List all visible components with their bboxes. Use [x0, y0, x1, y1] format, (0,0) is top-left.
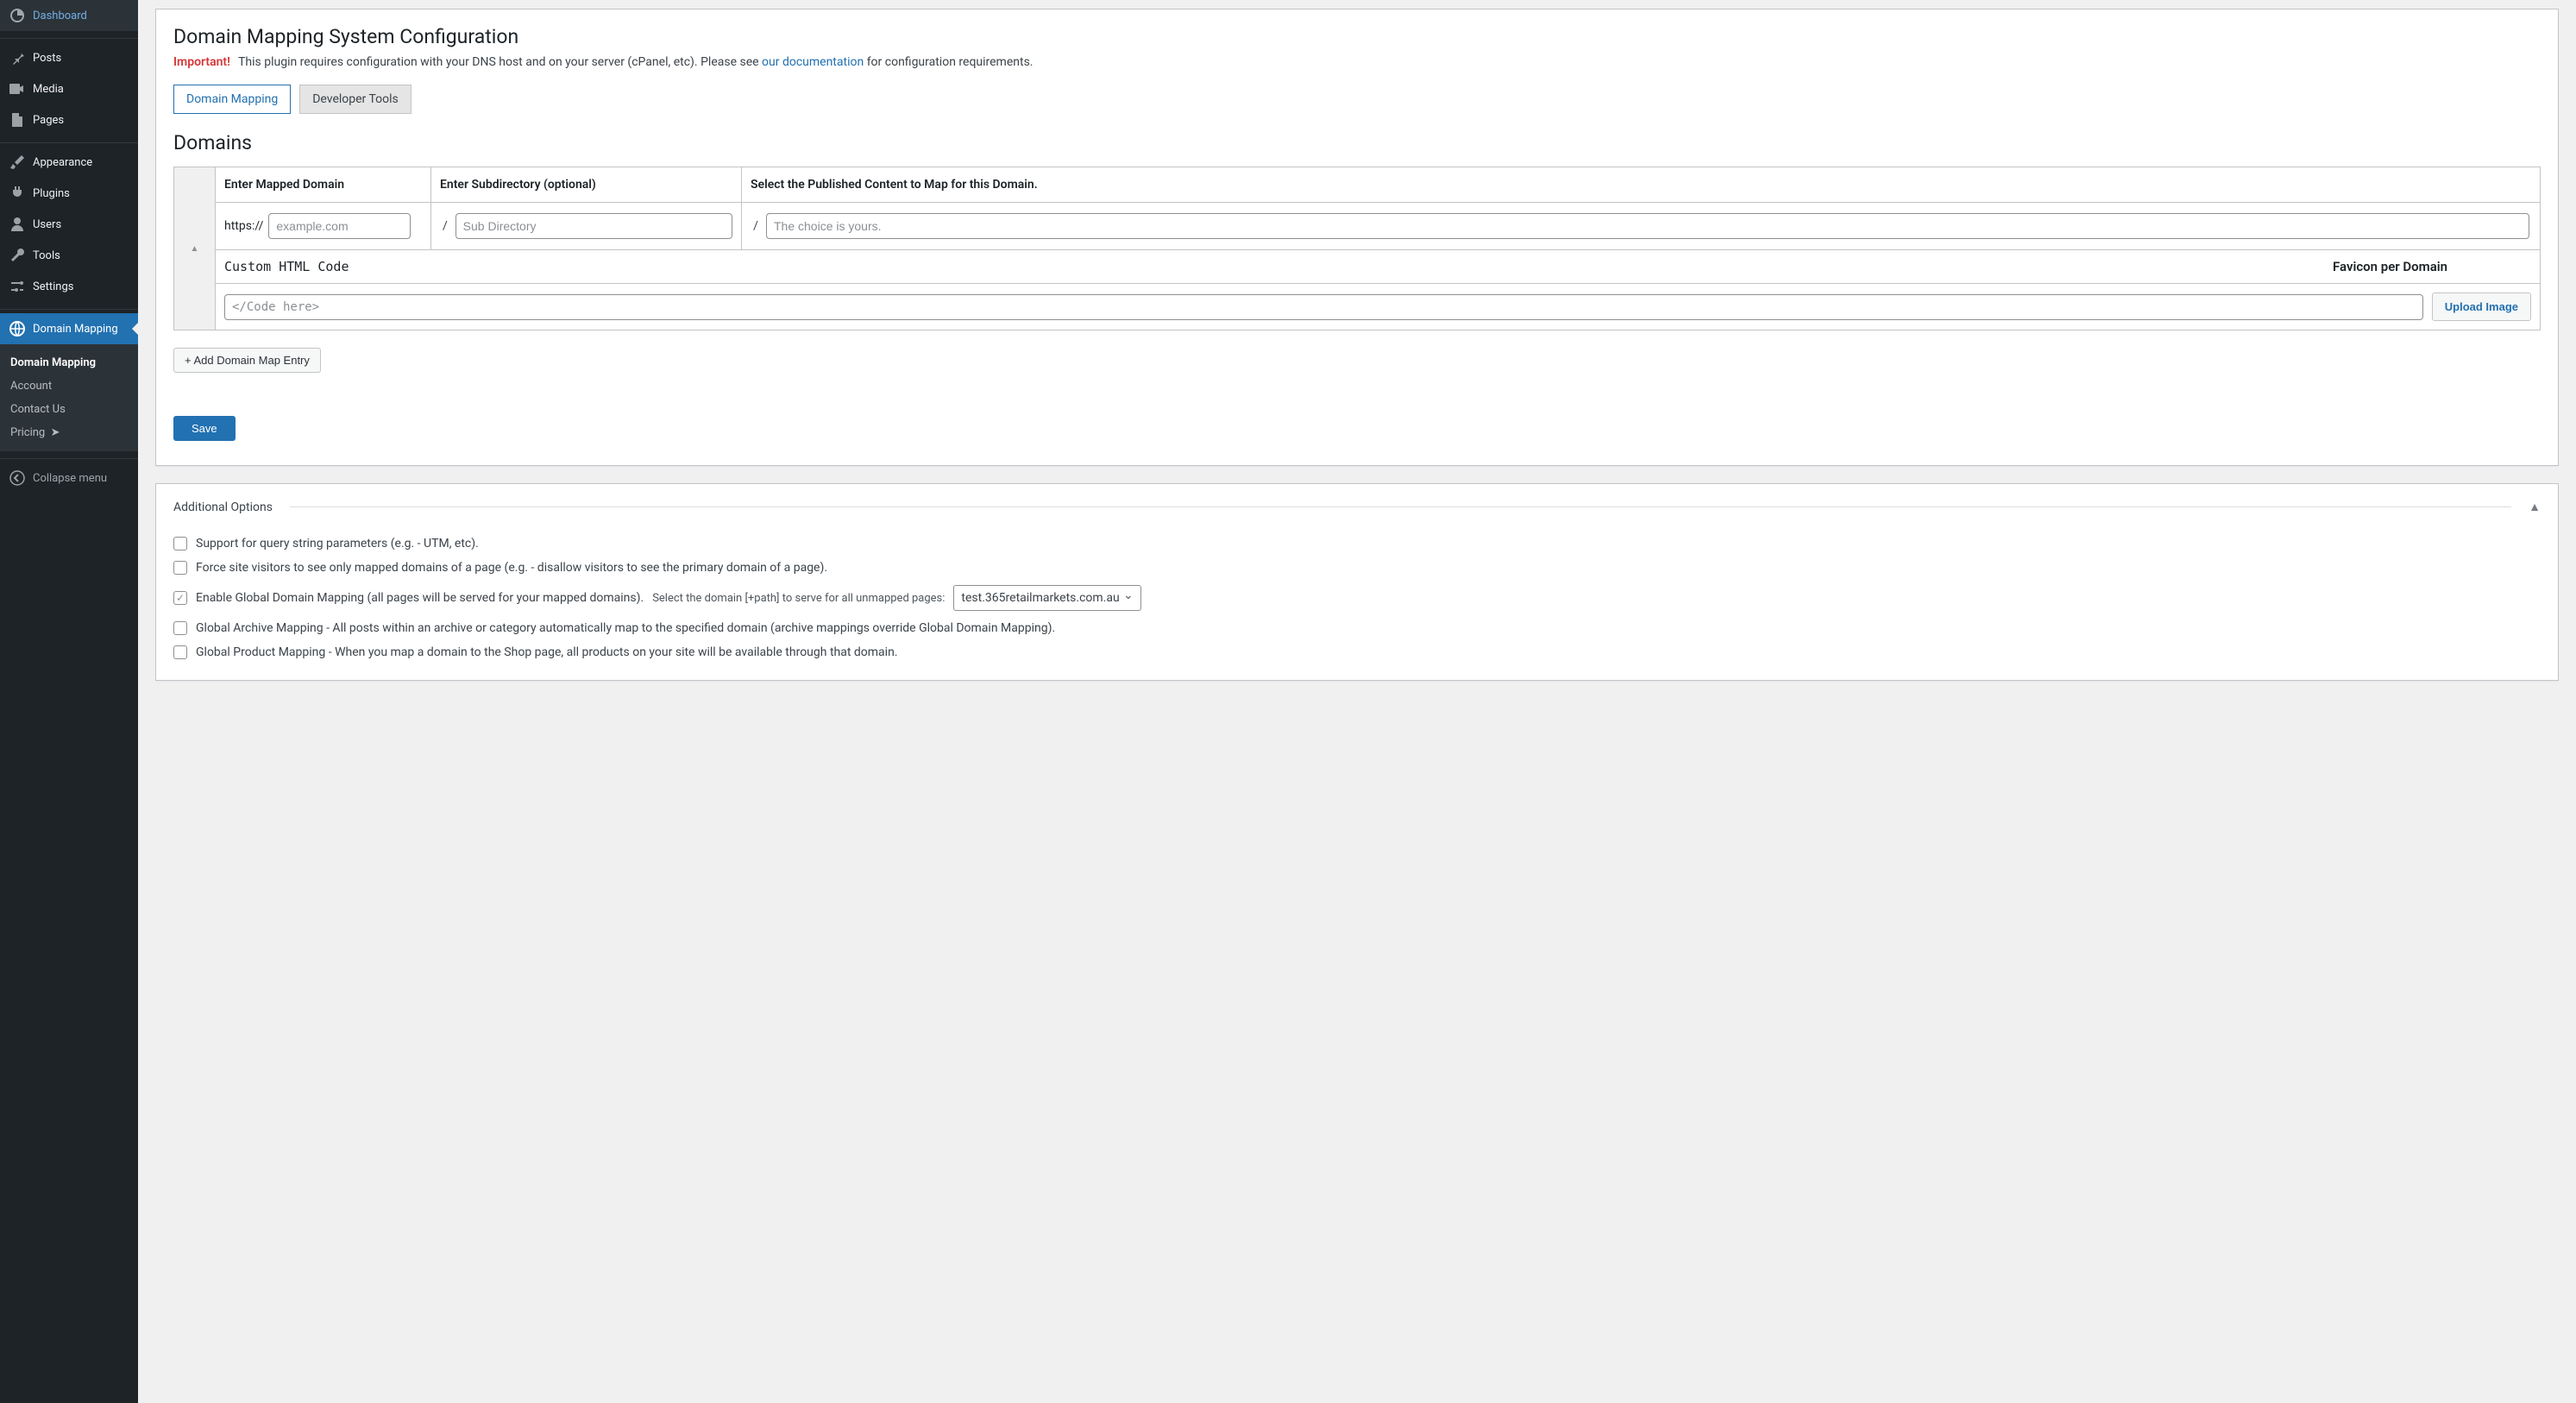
config-panel: Domain Mapping System Configuration Impo…	[155, 9, 2559, 466]
sidebar-item-appearance[interactable]: Appearance	[0, 147, 138, 178]
media-icon	[9, 80, 26, 98]
sidebar-item-label: Pages	[33, 114, 64, 127]
sidebar-item-domain-mapping[interactable]: Domain Mapping	[0, 313, 138, 344]
table-header: Enter Mapped Domain Enter Subdirectory (…	[216, 167, 2540, 203]
domains-heading: Domains	[173, 131, 2541, 154]
submenu-account[interactable]: Account	[0, 374, 138, 398]
dashboard-icon	[9, 7, 26, 24]
option-row-query-string: Support for query string parameters (e.g…	[173, 532, 2541, 556]
sidebar-submenu: Domain Mapping Account Contact Us Pricin…	[0, 344, 138, 451]
additional-options-heading: Additional Options	[173, 500, 273, 514]
sidebar-item-label: Media	[33, 83, 64, 96]
page-icon	[9, 111, 26, 129]
sidebar-item-dashboard[interactable]: Dashboard	[0, 0, 138, 31]
table-row: https:// / /	[216, 203, 2540, 250]
checkbox-global-mapping[interactable]	[173, 591, 187, 605]
sidebar-item-settings[interactable]: Settings	[0, 271, 138, 302]
sliders-icon	[9, 278, 26, 295]
sidebar-item-label: Posts	[33, 52, 61, 65]
sidebar-item-tools[interactable]: Tools	[0, 240, 138, 271]
important-label: Important!	[173, 55, 230, 69]
option-subtext: Select the domain [+path] to serve for a…	[652, 592, 945, 605]
add-domain-entry-button[interactable]: + Add Domain Map Entry	[173, 348, 321, 373]
divider	[290, 506, 2511, 507]
plug-icon	[9, 185, 26, 202]
upload-image-button[interactable]: Upload Image	[2432, 293, 2531, 321]
additional-options-panel: Additional Options ▲ Support for query s…	[155, 483, 2559, 681]
globe-icon	[9, 320, 26, 337]
checkbox-force-mapped[interactable]	[173, 561, 187, 575]
save-button[interactable]: Save	[173, 416, 236, 441]
sidebar-item-users[interactable]: Users	[0, 209, 138, 240]
https-prefix: https://	[224, 219, 263, 233]
sidebar-item-label: Settings	[33, 280, 73, 293]
main-content: Domain Mapping System Configuration Impo…	[138, 0, 2576, 1403]
wrench-icon	[9, 247, 26, 264]
option-row-force-mapped: Force site visitors to see only mapped d…	[173, 556, 2541, 580]
th-domain: Enter Mapped Domain	[216, 167, 431, 202]
sort-up-icon: ▲	[191, 244, 199, 254]
tab-developer-tools[interactable]: Developer Tools	[299, 85, 412, 114]
option-label: Global Product Mapping - When you map a …	[196, 645, 898, 659]
mapped-domain-input[interactable]	[268, 213, 411, 239]
submenu-pricing[interactable]: Pricing ➤	[0, 421, 138, 444]
th-subdir: Enter Subdirectory (optional)	[431, 167, 742, 202]
pushpin-icon	[9, 49, 26, 66]
collapse-icon	[9, 469, 26, 487]
sidebar-item-label: Appearance	[33, 156, 92, 169]
option-row-product-mapping: Global Product Mapping - When you map a …	[173, 640, 2541, 664]
sidebar-item-label: Plugins	[33, 187, 70, 200]
sidebar-item-label: Users	[33, 218, 61, 231]
global-domain-select[interactable]: test.365retailmarkets.com.au	[953, 585, 1140, 611]
sidebar-item-label: Domain Mapping	[33, 323, 118, 336]
checkbox-product-mapping[interactable]	[173, 645, 187, 659]
slash-separator: /	[440, 219, 450, 233]
brush-icon	[9, 154, 26, 171]
submenu-domain-mapping[interactable]: Domain Mapping	[0, 351, 138, 374]
admin-sidebar: Dashboard Posts Media Pages Appearance P…	[0, 0, 138, 1403]
option-label: Force site visitors to see only mapped d…	[196, 561, 827, 575]
collapse-menu[interactable]: Collapse menu	[0, 462, 138, 494]
checkbox-query-string[interactable]	[173, 537, 187, 551]
sidebar-item-label: Tools	[33, 249, 60, 262]
sidebar-item-posts[interactable]: Posts	[0, 42, 138, 73]
subdirectory-input[interactable]	[456, 213, 732, 239]
checkbox-archive-mapping[interactable]	[173, 621, 187, 635]
table-row-html: Upload Image	[216, 284, 2540, 330]
th-content: Select the Published Content to Map for …	[742, 167, 2540, 202]
documentation-link[interactable]: our documentation	[762, 55, 864, 69]
important-notice: Important! This plugin requires configur…	[173, 55, 2541, 69]
option-label: Global Archive Mapping - All posts withi…	[196, 621, 1055, 635]
sidebar-item-pages[interactable]: Pages	[0, 104, 138, 135]
sidebar-item-media[interactable]: Media	[0, 73, 138, 104]
sidebar-item-plugins[interactable]: Plugins	[0, 178, 138, 209]
th-favicon: Favicon per Domain	[2324, 250, 2540, 283]
arrow-right-icon: ➤	[51, 426, 60, 439]
domain-mapping-table: ▲ Enter Mapped Domain Enter Subdirectory…	[173, 167, 2541, 330]
page-title: Domain Mapping System Configuration	[173, 25, 2541, 48]
collapse-label: Collapse menu	[33, 472, 107, 485]
user-icon	[9, 216, 26, 233]
option-label: Enable Global Domain Mapping (all pages …	[196, 591, 644, 605]
table-subheader: Custom HTML Code Favicon per Domain	[216, 250, 2540, 284]
tab-bar: Domain Mapping Developer Tools	[173, 85, 2541, 114]
sidebar-item-label: Dashboard	[33, 9, 87, 22]
tab-domain-mapping[interactable]: Domain Mapping	[173, 85, 291, 114]
option-label: Support for query string parameters (e.g…	[196, 537, 479, 551]
option-row-archive-mapping: Global Archive Mapping - All posts withi…	[173, 616, 2541, 640]
published-content-input[interactable]	[766, 213, 2529, 239]
submenu-contact[interactable]: Contact Us	[0, 398, 138, 421]
slash-separator: /	[751, 219, 761, 233]
collapse-section-icon[interactable]: ▲	[2529, 500, 2541, 514]
drag-handle[interactable]: ▲	[174, 167, 216, 330]
option-row-global-mapping: Enable Global Domain Mapping (all pages …	[173, 580, 2541, 616]
th-custom-html: Custom HTML Code	[216, 250, 2324, 283]
custom-html-input[interactable]	[224, 294, 2423, 320]
